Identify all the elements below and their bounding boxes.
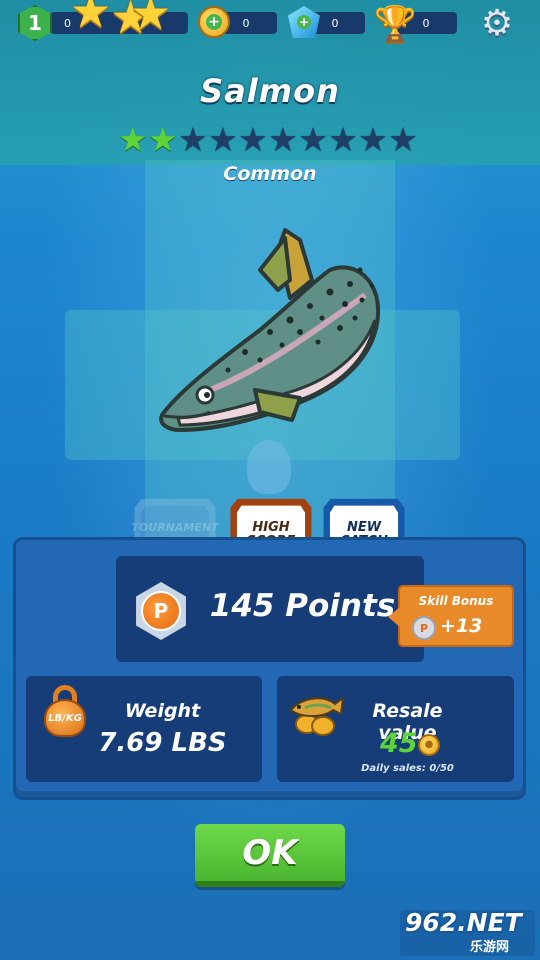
- star-empty-icon: ★: [238, 120, 268, 159]
- skill-bonus-tooltip: Skill Bonus P +13: [388, 585, 514, 647]
- star-empty-icon: ★: [208, 120, 238, 159]
- fish-name: Salmon: [200, 72, 340, 110]
- star-filled-icon: ★: [118, 120, 148, 159]
- skill-bonus-title: Skill Bonus: [418, 594, 494, 608]
- points-coin-icon: P: [412, 616, 436, 640]
- fish-coins-icon: [289, 696, 343, 736]
- level-badge[interactable]: 1: [18, 5, 52, 41]
- points-value: 145 Points: [209, 588, 396, 624]
- coins-value: 0: [242, 16, 250, 30]
- star-empty-icon: ★: [328, 120, 358, 159]
- gem-add-icon[interactable]: +: [288, 6, 320, 38]
- gems-value: 0: [331, 16, 339, 30]
- fish-rarity: Common: [223, 163, 317, 185]
- trophy-icon[interactable]: 🏆: [374, 4, 416, 44]
- skill-bonus-value: +13: [440, 615, 483, 637]
- star-empty-icon: ★: [178, 120, 208, 159]
- ok-button[interactable]: OK: [195, 824, 345, 887]
- daily-sales-text: Daily sales: 0/50: [361, 763, 454, 774]
- star-filled-icon: ★: [148, 120, 178, 159]
- star-empty-icon: ★: [298, 120, 328, 159]
- weight-value: 7.69 LBS: [98, 728, 227, 758]
- watermark-subtext: 乐游网: [470, 940, 510, 955]
- fish-star-rating: ★ ★ ★ ★ ★ ★ ★ ★ ★ ★: [118, 122, 418, 158]
- star-empty-icon: ★: [268, 120, 298, 159]
- star-empty-icon: ★: [358, 120, 388, 159]
- medal-silhouette: [247, 440, 291, 494]
- star-icon: ★: [130, 0, 172, 40]
- kettlebell-icon: LB/KG: [44, 685, 86, 737]
- coin-add-icon[interactable]: +: [198, 6, 230, 38]
- salmon-illustration: [159, 228, 381, 432]
- resale-value: 45: [380, 728, 418, 759]
- weight-title: Weight: [124, 700, 201, 722]
- top-bar: 0 1 ★ ★ ★ 0 + 0 + 0 🏆 ⚙: [0, 0, 540, 50]
- star-empty-icon: ★: [388, 120, 418, 159]
- gear-icon[interactable]: ⚙: [477, 4, 517, 44]
- coin-icon: ●: [418, 734, 440, 756]
- level-value: 1: [28, 11, 42, 35]
- star-icon: ★: [70, 0, 112, 38]
- trophy-value: 0: [422, 16, 430, 30]
- watermark-text: 962.NET: [405, 908, 522, 937]
